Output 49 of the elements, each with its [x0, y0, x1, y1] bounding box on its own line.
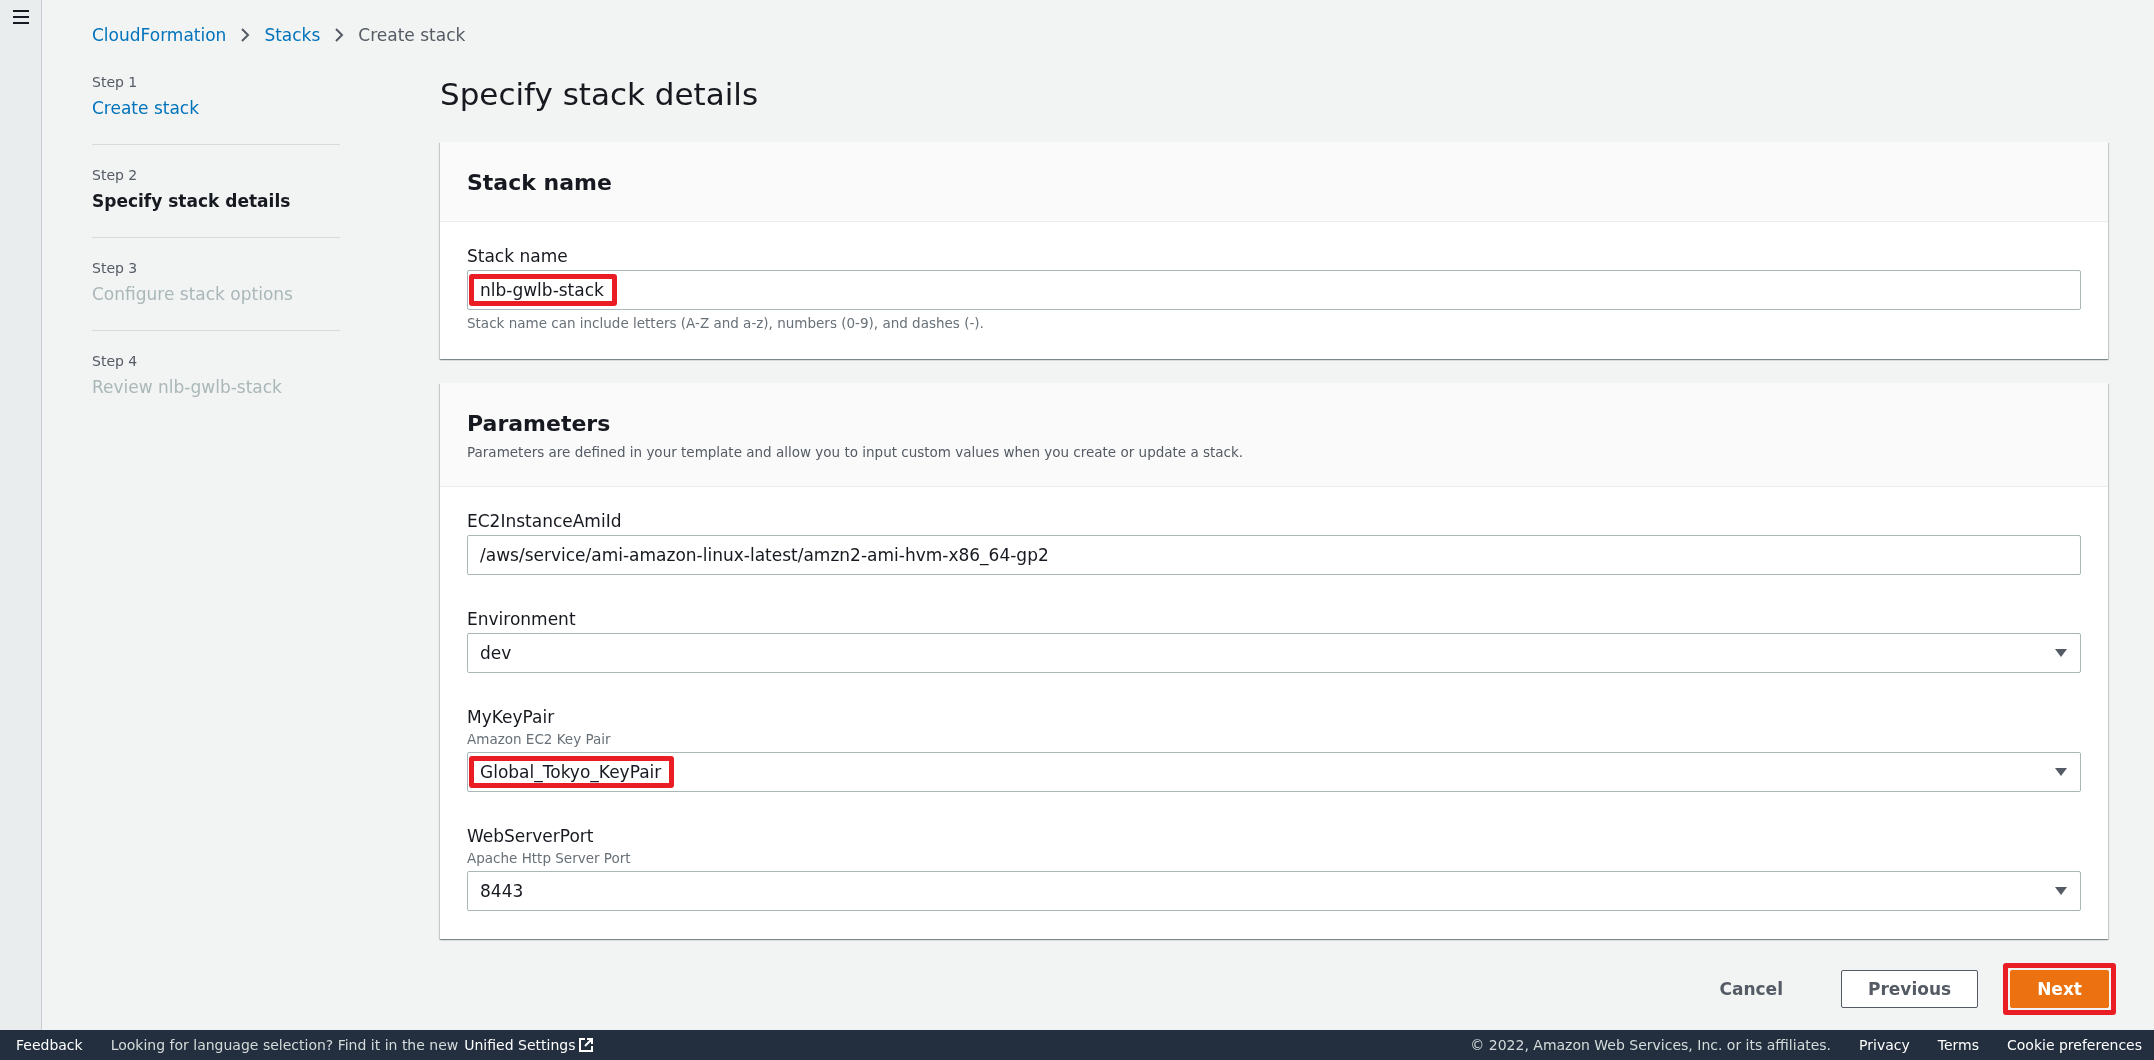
- page-title: Specify stack details: [440, 76, 760, 112]
- chevron-right-icon: [334, 27, 345, 43]
- feedback-link[interactable]: Feedback: [16, 1037, 83, 1053]
- field-value: dev: [479, 642, 513, 665]
- field-hint: Stack name can include letters (A-Z and a-z), numbers (0-9), and dashes (-).: [467, 315, 985, 331]
- field-label: EC2InstanceAmiId: [467, 511, 623, 531]
- step-number: Step 1: [92, 74, 139, 90]
- step-number: Step 4: [92, 353, 139, 369]
- select-field[interactable]: Global_Tokyo_KeyPair: [467, 752, 2081, 792]
- field-value: 8443: [479, 880, 525, 903]
- field-label: WebServerPort: [467, 826, 595, 846]
- breadcrumb-link[interactable]: Stacks: [264, 25, 321, 45]
- field-label: MyKeyPair: [467, 707, 556, 727]
- caret-down-icon: [2054, 886, 2068, 896]
- field-label: Stack name: [467, 246, 569, 266]
- step-number: Step 3: [92, 260, 139, 276]
- input-field[interactable]: /aws/service/ami-amazon-linux-latest/amzn2-ami-hvm-x86_64-gp2: [467, 535, 2081, 575]
- select-field[interactable]: 8443: [467, 871, 2081, 911]
- previous-button[interactable]: Previous: [1840, 970, 1979, 1008]
- settings-link[interactable]: Unified Settings: [464, 1037, 594, 1053]
- chevron-right-icon: [240, 27, 251, 43]
- panel-title: Stack name: [467, 170, 613, 195]
- step-link: Review nlb-gwlb-stack: [92, 377, 283, 397]
- step-link[interactable]: Create stack: [92, 98, 340, 118]
- breadcrumb-link[interactable]: CloudFormation: [92, 25, 227, 45]
- field-description: Apache Http Server Port: [467, 850, 632, 866]
- footer-link[interactable]: Cookie preferences: [2007, 1037, 2142, 1053]
- panel-description: Parameters are defined in your template and allow you to input custom values when you create or update a stack.: [467, 444, 1245, 460]
- caret-down-icon: [2054, 767, 2068, 777]
- step-link: Configure stack options: [92, 284, 294, 304]
- field-value: Global_Tokyo_KeyPair: [469, 756, 675, 788]
- menu-icon[interactable]: [12, 10, 29, 24]
- external-link-icon: [579, 1038, 594, 1052]
- caret-down-icon: [2054, 648, 2068, 658]
- select-field[interactable]: dev: [467, 633, 2081, 673]
- step-link[interactable]: Specify stack details: [92, 191, 340, 211]
- footer-link[interactable]: Privacy: [1859, 1037, 1910, 1053]
- copyright-text: © 2022, Amazon Web Services, Inc. or its affiliates.: [1470, 1037, 1832, 1053]
- breadcrumb-current: Create stack: [358, 25, 466, 45]
- panel-title: Parameters: [467, 411, 612, 436]
- field-label: Environment: [467, 609, 577, 629]
- input-field[interactable]: nlb-gwlb-stack: [467, 270, 2081, 310]
- step-number: Step 2: [92, 167, 139, 183]
- field-value: nlb-gwlb-stack: [469, 274, 617, 306]
- field-description: Amazon EC2 Key Pair: [467, 731, 612, 747]
- language-note: Looking for language selection? Find it in the new: [110, 1037, 459, 1053]
- footer-link[interactable]: Terms: [1937, 1037, 1979, 1053]
- field-value: /aws/service/ami-amazon-linux-latest/amzn2-ami-hvm-x86_64-gp2: [479, 544, 1050, 568]
- cancel-button[interactable]: Cancel: [1693, 970, 1809, 1008]
